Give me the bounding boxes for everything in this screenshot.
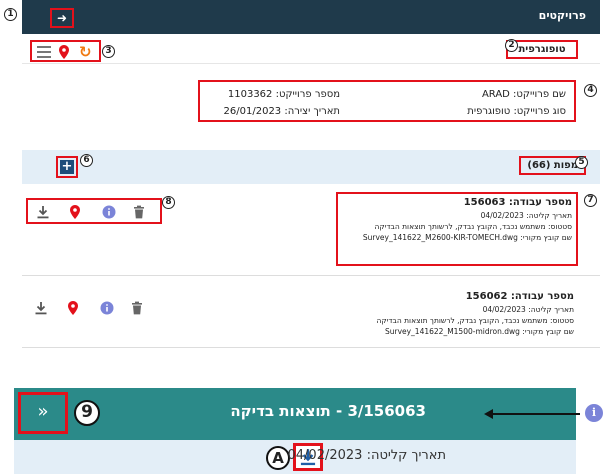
info-icon[interactable]: i bbox=[585, 404, 603, 422]
job-source-file: שם קובץ מקורי: Survey_141622_M2600-KIR-T… bbox=[362, 233, 572, 242]
maps-header: + מפות (66) bbox=[22, 150, 600, 184]
callout-2: 2 bbox=[505, 39, 518, 52]
expand-chevrons-icon[interactable]: » bbox=[18, 392, 68, 434]
job-card: מספר עבודה: 156062 תאריך קליטה: 04/02/20… bbox=[22, 286, 600, 348]
page-title: פרויקטים bbox=[538, 9, 586, 22]
job-actions bbox=[26, 198, 162, 224]
download-icon[interactable] bbox=[36, 205, 50, 219]
trash-icon[interactable] bbox=[130, 301, 144, 315]
info-icon[interactable] bbox=[100, 301, 114, 315]
refresh-icon[interactable]: ↻ bbox=[79, 43, 92, 61]
top-app-bar: ➜ פרויקטים bbox=[22, 0, 600, 34]
callout-6: 6 bbox=[80, 154, 93, 167]
job-details: מספר עבודה: 156062 תאריך קליטה: 04/02/20… bbox=[336, 288, 578, 339]
callout-1: 1 bbox=[4, 8, 17, 21]
job-capture-date: תאריך קליטה: 04/02/2023 bbox=[480, 211, 572, 220]
project-number: מספר פרוייקט: 1103362 bbox=[227, 89, 340, 100]
map-pin-icon[interactable] bbox=[68, 205, 82, 219]
callout-a: A bbox=[266, 446, 290, 470]
results-title: 3/156063 - תוצאות בדיקה bbox=[230, 402, 426, 420]
job-status: סטטוס: משתמש נכבד, הקובץ נבדק, לרשותך תו… bbox=[374, 222, 572, 231]
download-icon[interactable] bbox=[34, 301, 48, 315]
job-status: סטטוס: משתמש נכבד, הקובץ נבדק, לרשותך תו… bbox=[376, 316, 574, 325]
info-icon[interactable] bbox=[102, 205, 116, 219]
project-type: סוג פרוייקט: טופוגרפית bbox=[467, 106, 566, 117]
pointer-arrow-head bbox=[484, 409, 493, 419]
callout-4: 4 bbox=[584, 84, 597, 97]
job-capture-date: תאריך קליטה: 04/02/2023 bbox=[482, 305, 574, 314]
callout-5: 5 bbox=[575, 156, 588, 169]
callout-3: 3 bbox=[102, 45, 115, 58]
callout-8: 8 bbox=[162, 196, 175, 209]
results-capture-row: A תאריך קליטה: 04/02/2023 bbox=[14, 440, 576, 474]
job-card: מספר עבודה: 156063 תאריך קליטה: 04/02/20… bbox=[22, 190, 600, 276]
toolbar-icons-group: ↻ bbox=[30, 40, 101, 62]
job-source-file: שם קובץ מקורי: Survey_141622_M1500-midro… bbox=[384, 327, 574, 336]
trash-icon[interactable] bbox=[132, 205, 146, 219]
plus-icon: + bbox=[60, 159, 74, 174]
job-number: מספר עבודה: 156063 bbox=[463, 197, 572, 208]
project-info-panel: שם פרוייקט: ARAD סוג פרוייקט: טופוגרפית … bbox=[198, 80, 576, 122]
callout-9: 9 bbox=[74, 400, 100, 426]
add-map-button[interactable]: + bbox=[56, 156, 78, 178]
pointer-arrow-line bbox=[492, 413, 580, 415]
map-pin-icon[interactable] bbox=[59, 45, 69, 59]
project-name: שם פרוייקט: ARAD bbox=[481, 89, 566, 100]
project-created: תאריך יצירה: 26/01/2023 bbox=[223, 106, 340, 117]
results-capture-date: תאריך קליטה: 04/02/2023 bbox=[287, 448, 447, 463]
map-pin-icon[interactable] bbox=[66, 301, 80, 315]
job-number: מספר עבודה: 156062 bbox=[465, 291, 574, 302]
job-details: מספר עבודה: 156063 תאריך קליטה: 04/02/20… bbox=[336, 192, 578, 266]
job-actions bbox=[26, 296, 162, 322]
back-arrow-icon[interactable]: ➜ bbox=[50, 8, 74, 28]
callout-7: 7 bbox=[584, 194, 597, 207]
hamburger-menu-icon[interactable] bbox=[37, 46, 51, 58]
